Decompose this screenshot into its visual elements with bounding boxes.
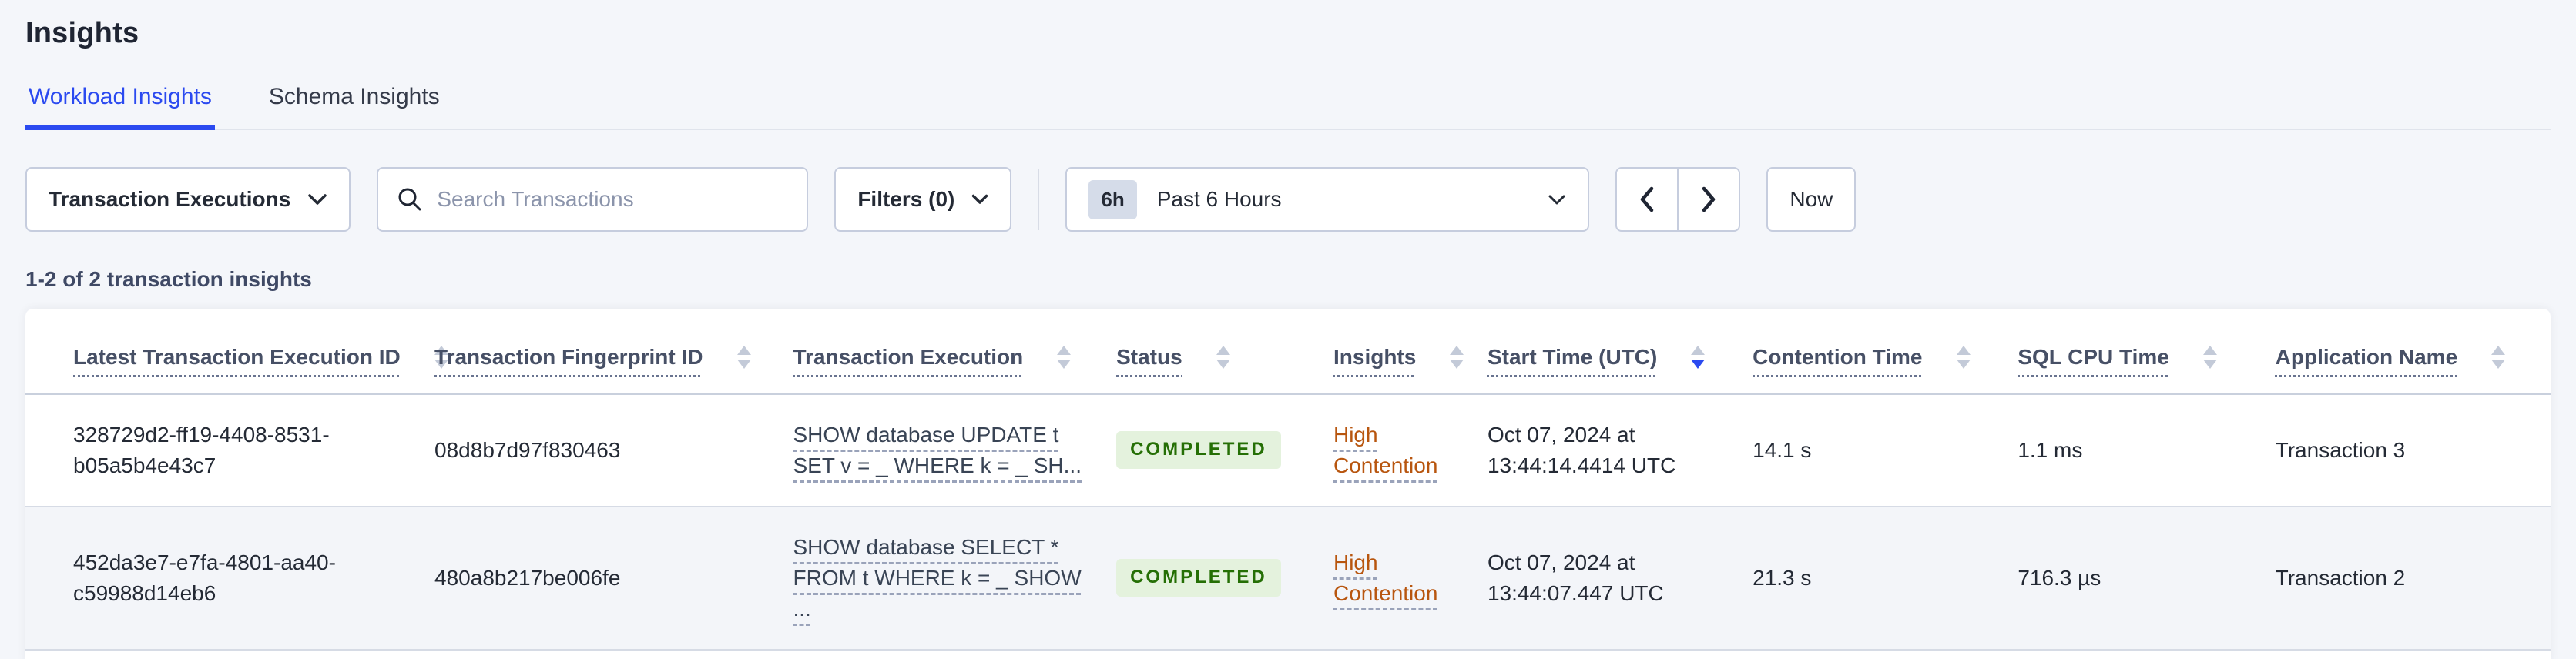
chevron-left-icon [1639,186,1655,212]
table-row: 328729d2-ff19-4408-8531-b05a5b4e43c7 08d… [25,394,2551,507]
latest-transaction-execution-id-cell: 452da3e7-e7fa-4801-aa40-c59988d14eb6 [73,550,336,605]
filters-dropdown[interactable]: Filters (0) [834,167,1012,232]
insight-type-dropdown-label: Transaction Executions [49,187,291,211]
start-time-cell: Oct 07, 2024 at 13:44:14.4414 UTC [1487,422,1676,477]
column-header-sql-cpu-time[interactable]: SQL CPU Time [2018,309,2275,394]
transaction-execution-link[interactable]: SHOW database SELECT * FROM t WHERE k = … [793,535,1082,621]
search-icon [397,186,423,212]
status-badge: COMPLETED [1116,431,1281,469]
time-range-label: Past 6 Hours [1156,187,1282,211]
high-contention-link[interactable]: High Contention [1333,423,1437,477]
application-name-cell: Transaction 2 [2275,565,2406,590]
results-summary: 1-2 of 2 transaction insights [25,267,312,291]
time-window-next-button[interactable] [1677,167,1741,232]
transaction-insights-table: Latest Transaction Execution ID Transact… [25,309,2551,651]
transaction-execution-cell: SHOW database UPDATE t SET v = _ WHERE k… [793,394,1117,507]
contention-time-cell: 14.1 s [1753,437,1812,462]
chevron-right-icon [1701,186,1716,212]
page-title: Insights [25,17,139,49]
filters-dropdown-label: Filters (0) [857,187,955,211]
sort-icon[interactable] [736,345,751,369]
contention-time-cell: 21.3 s [1753,565,1812,590]
column-header-status[interactable]: Status [1116,309,1333,394]
now-button-label: Now [1789,187,1833,211]
now-button[interactable]: Now [1766,167,1857,232]
start-time-cell: Oct 07, 2024 at 13:44:07.447 UTC [1487,550,1664,605]
time-interval-badge: 6h [1088,179,1137,219]
toolbar: Transaction Executions Filters (0) 6h Pa… [25,167,2551,232]
chevron-down-icon [971,194,988,205]
transaction-execution-cell: SHOW database SELECT * FROM t WHERE k = … [793,507,1117,650]
chevron-down-icon [1548,194,1566,206]
column-header-transaction-execution[interactable]: Transaction Execution [793,309,1117,394]
transaction-fingerprint-id-cell: 480a8b217be006fe [434,565,621,590]
status-cell: COMPLETED [1116,507,1333,650]
column-header-contention-time[interactable]: Contention Time [1753,309,2018,394]
sort-icon[interactable] [1956,345,1971,369]
search-input[interactable] [437,187,789,212]
column-header-insights[interactable]: Insights [1333,309,1488,394]
sort-icon[interactable] [2202,345,2217,369]
toolbar-divider [1038,169,1040,230]
sort-icon[interactable] [1057,345,1072,369]
insights-cell: High Contention [1333,507,1488,650]
column-header-transaction-fingerprint-id[interactable]: Transaction Fingerprint ID [434,309,793,394]
table-row: 452da3e7-e7fa-4801-aa40-c59988d14eb6 480… [25,506,2551,650]
sort-icon-active-desc[interactable] [1691,345,1706,369]
sql-cpu-time-cell: 1.1 ms [2018,437,2083,462]
column-header-start-time[interactable]: Start Time (UTC) [1488,309,1753,394]
column-header-latest-transaction-execution-id[interactable]: Latest Transaction Execution ID [25,309,448,394]
insights-page: Insights Workload Insights Schema Insigh… [0,17,2576,659]
latest-transaction-execution-id-cell: 328729d2-ff19-4408-8531-b05a5b4e43c7 [73,422,330,477]
column-header-application-name[interactable]: Application Name [2276,309,2551,394]
tab-workload-insights[interactable]: Workload Insights [25,84,215,130]
time-range-picker[interactable]: 6h Past 6 Hours [1065,167,1590,232]
time-window-pager [1615,167,1741,232]
tab-bar: Workload Insights Schema Insights [25,84,2551,130]
insights-table-card: Latest Transaction Execution ID Transact… [25,309,2551,659]
chevron-down-icon [307,193,327,206]
sql-cpu-time-cell: 716.3 µs [2018,565,2101,590]
table-header-row: Latest Transaction Execution ID Transact… [25,309,2551,394]
application-name-cell: Transaction 3 [2275,437,2406,462]
sort-icon[interactable] [1216,345,1230,369]
search-box[interactable] [377,167,809,232]
transaction-execution-link[interactable]: SHOW database UPDATE t SET v = _ WHERE k… [793,423,1082,477]
insights-cell: High Contention [1333,394,1488,507]
insight-type-dropdown[interactable]: Transaction Executions [25,167,351,232]
tab-schema-insights-label: Schema Insights [268,84,440,109]
sort-icon[interactable] [1450,345,1464,369]
tab-workload-insights-label: Workload Insights [29,84,212,109]
sort-icon[interactable] [2491,345,2506,369]
status-badge: COMPLETED [1116,559,1281,597]
tab-schema-insights[interactable]: Schema Insights [266,84,443,130]
status-cell: COMPLETED [1116,394,1333,507]
transaction-fingerprint-id-cell: 08d8b7d97f830463 [434,437,621,462]
time-window-prev-button[interactable] [1615,167,1679,232]
high-contention-link[interactable]: High Contention [1333,550,1437,605]
